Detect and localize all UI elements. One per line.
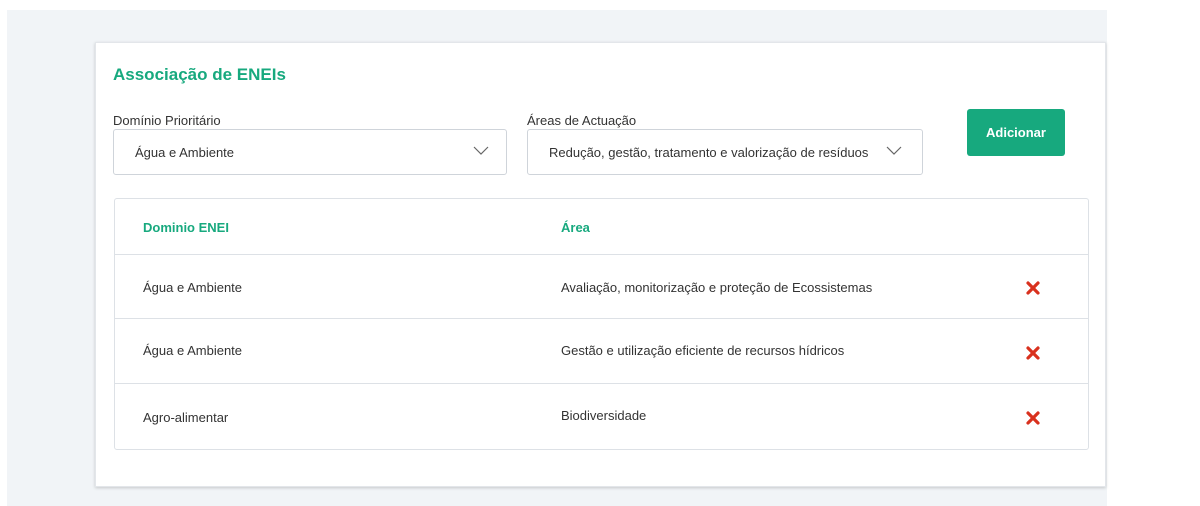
areas-select[interactable]: Redução, gestão, tratamento e valorizaçã… [527, 129, 923, 175]
row-area: Avaliação, monitorização e proteção de E… [561, 280, 873, 295]
delete-x-icon[interactable] [1025, 410, 1041, 426]
row-dominio: Agro-alimentar [143, 410, 229, 425]
row-area: Gestão e utilização eficiente de recurso… [561, 343, 845, 358]
areas-label: Áreas de Actuação [527, 113, 637, 128]
chevron-down-icon [886, 146, 902, 155]
dominio-select-value: Água e Ambiente [135, 145, 235, 160]
dominio-select[interactable]: Água e Ambiente [113, 129, 507, 175]
enei-table: Dominio ENEI Área Água e Ambiente Avalia… [114, 198, 1089, 450]
table-header: Dominio ENEI Área [115, 199, 1088, 255]
delete-x-icon[interactable] [1025, 345, 1041, 361]
enei-association-card: Associação de ENEIs Domínio Prioritário … [95, 42, 1106, 487]
row-dominio: Água e Ambiente [143, 343, 243, 358]
table-row: Agro-alimentar Biodiversidade [115, 384, 1088, 449]
table-row: Água e Ambiente Avaliação, monitorização… [115, 254, 1088, 319]
row-dominio: Água e Ambiente [143, 280, 243, 295]
header-dominio-enei: Dominio ENEI [143, 220, 229, 235]
delete-x-icon[interactable] [1025, 280, 1041, 296]
chevron-down-icon [473, 146, 489, 155]
add-button[interactable]: Adicionar [967, 109, 1065, 156]
table-row: Água e Ambiente Gestão e utilização efic… [115, 319, 1088, 384]
card-title: Associação de ENEIs [113, 65, 286, 84]
header-area: Área [561, 220, 590, 235]
dominio-label: Domínio Prioritário [113, 113, 221, 128]
row-area: Biodiversidade [561, 408, 647, 423]
areas-select-value: Redução, gestão, tratamento e valorizaçã… [549, 145, 869, 160]
